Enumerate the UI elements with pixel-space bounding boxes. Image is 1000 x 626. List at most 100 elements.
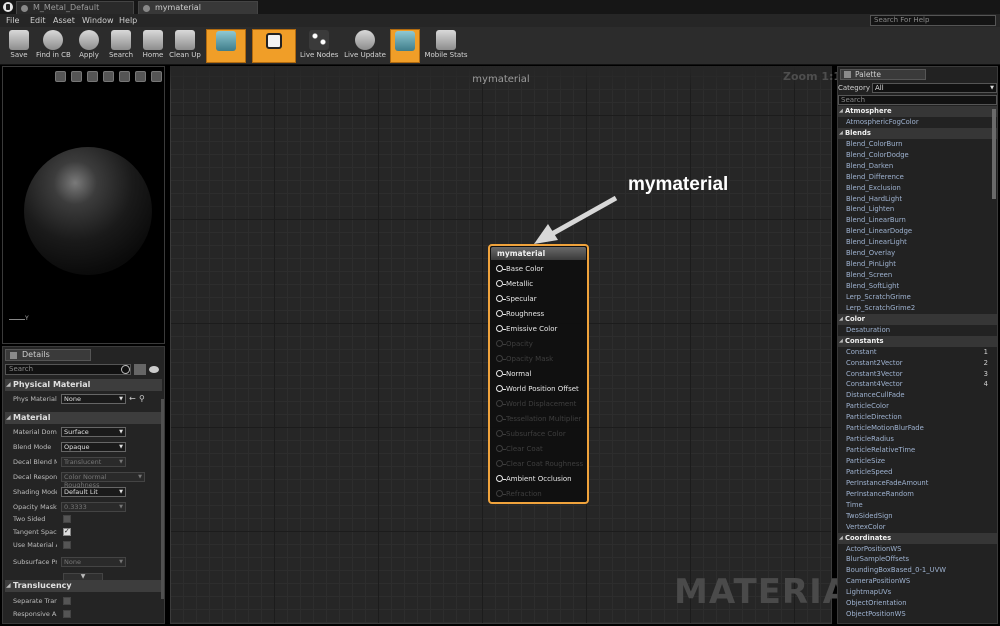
- browse-icon[interactable]: ⚲: [139, 394, 145, 403]
- palette-item[interactable]: Blend_Lighten: [838, 204, 997, 215]
- palette-item[interactable]: ParticleSpeed: [838, 467, 997, 478]
- tangent-space-checkbox[interactable]: [63, 527, 71, 536]
- node-pin[interactable]: World Position Offset: [496, 385, 579, 393]
- property-matrix-icon[interactable]: [134, 364, 146, 375]
- live-preview-button[interactable]: [252, 29, 296, 63]
- preview-viewport[interactable]: Y: [2, 66, 165, 344]
- node-pin[interactable]: Roughness: [496, 310, 544, 318]
- use-material-attributes-checkbox[interactable]: [63, 541, 71, 549]
- phys-material-dropdown[interactable]: None: [61, 394, 126, 404]
- menu-file[interactable]: File: [6, 16, 19, 25]
- menu-edit[interactable]: Edit: [30, 16, 46, 25]
- palette-item[interactable]: Blend_LinearLight: [838, 237, 997, 248]
- palette-item[interactable]: AtmosphericFogColor: [838, 117, 997, 128]
- palette-item[interactable]: ParticleMotionBlurFade: [838, 423, 997, 434]
- palette-search-input[interactable]: Search: [838, 95, 997, 105]
- tab-mymaterial[interactable]: mymaterial: [138, 1, 258, 14]
- separate-translucency-checkbox[interactable]: [63, 597, 71, 605]
- palette-category[interactable]: Atmosphere: [838, 106, 997, 117]
- palette-item[interactable]: Blend_Overlay: [838, 248, 997, 259]
- section-material[interactable]: Material: [5, 412, 162, 424]
- palette-item[interactable]: PerInstanceRandom: [838, 489, 997, 500]
- palette-item[interactable]: Blend_ColorBurn: [838, 139, 997, 150]
- stats-button[interactable]: [390, 29, 420, 63]
- connectors-button[interactable]: [206, 29, 246, 63]
- node-pin[interactable]: World Displacement: [496, 400, 576, 408]
- palette-item[interactable]: Blend_Screen: [838, 270, 997, 281]
- palette-category[interactable]: Coordinates: [838, 532, 997, 544]
- palette-item[interactable]: DistanceCullFade: [838, 390, 997, 401]
- find-in-cb-button[interactable]: Find in CB: [36, 29, 71, 63]
- palette-item[interactable]: ParticleColor: [838, 401, 997, 412]
- node-pin[interactable]: Normal: [496, 370, 531, 378]
- palette-item[interactable]: Blend_PinLight: [838, 259, 997, 270]
- palette-item[interactable]: BlurSampleOffsets: [838, 554, 997, 565]
- palette-item[interactable]: Blend_SoftLight: [838, 281, 997, 292]
- palette-item[interactable]: VertexColor: [838, 522, 997, 533]
- node-pin[interactable]: Ambient Occlusion: [496, 475, 572, 483]
- palette-item[interactable]: Blend_LinearBurn: [838, 215, 997, 226]
- palette-item[interactable]: Blend_Exclusion: [838, 183, 997, 194]
- node-pin[interactable]: Specular: [496, 295, 537, 303]
- palette-item[interactable]: BoundingBoxBased_0-1_UVW: [838, 565, 997, 576]
- node-pin[interactable]: Subsurface Color: [496, 430, 566, 438]
- menu-asset[interactable]: Asset: [53, 16, 75, 25]
- palette-item[interactable]: ObjectPositionWS: [838, 609, 997, 620]
- palette-item[interactable]: Blend_LinearDodge: [838, 226, 997, 237]
- material-result-node[interactable]: mymaterial Base Color Metallic Specular Rou…: [488, 244, 589, 504]
- palette-item[interactable]: Time: [838, 500, 997, 511]
- decal-blend-mode-dropdown[interactable]: Translucent: [61, 457, 126, 467]
- node-pin[interactable]: Base Color: [496, 265, 544, 273]
- decal-response-dropdown[interactable]: Color Normal Roughness: [61, 472, 145, 489]
- palette-item[interactable]: ParticleDirection: [838, 412, 997, 423]
- cube-preview-icon[interactable]: [151, 71, 162, 82]
- palette-item[interactable]: LightmapUVs: [838, 587, 997, 598]
- palette-item[interactable]: Constant 1: [838, 347, 997, 358]
- apply-button[interactable]: Apply: [72, 29, 106, 63]
- section-translucency[interactable]: Translucency: [5, 580, 162, 592]
- menu-window[interactable]: Window: [82, 16, 114, 25]
- arrow-left-icon[interactable]: ←: [129, 394, 136, 403]
- node-pin[interactable]: Clear Coat Roughness: [496, 460, 583, 468]
- palette-item[interactable]: Lerp_ScratchGrime: [838, 292, 997, 303]
- two-sided-checkbox[interactable]: [63, 515, 71, 523]
- tab-details[interactable]: Details: [5, 349, 91, 361]
- view-options-eye-icon[interactable]: [149, 366, 159, 373]
- mobile-stats-button[interactable]: Mobile Stats: [424, 29, 468, 63]
- help-search-input[interactable]: Search For Help: [870, 15, 996, 26]
- tab-m-metal-default[interactable]: M_Metal_Default: [16, 1, 134, 14]
- plane-preview-icon[interactable]: [135, 71, 146, 82]
- palette-category[interactable]: Constants: [838, 335, 997, 347]
- cylinder-preview-icon[interactable]: [103, 71, 114, 82]
- menu-help[interactable]: Help: [119, 16, 137, 25]
- responsive-aa-checkbox[interactable]: [63, 610, 71, 618]
- palette-item[interactable]: ParticleSize: [838, 456, 997, 467]
- palette-item[interactable]: PerInstanceFadeAmount: [838, 478, 997, 489]
- shading-model-dropdown[interactable]: Default Lit: [61, 487, 126, 497]
- palette-item[interactable]: Constant2Vector 2: [838, 358, 997, 369]
- search-button[interactable]: Search: [104, 29, 138, 63]
- palette-item[interactable]: Blend_Difference: [838, 172, 997, 183]
- node-pin[interactable]: Refraction: [496, 490, 542, 498]
- sphere-preview-icon[interactable]: [119, 71, 130, 82]
- node-pin[interactable]: Tessellation Multiplier: [496, 415, 581, 423]
- subsurface-profile-dropdown[interactable]: None: [61, 557, 126, 567]
- tab-palette[interactable]: Palette: [840, 69, 926, 80]
- node-pin[interactable]: Opacity: [496, 340, 533, 348]
- palette-item[interactable]: Desaturation: [838, 325, 997, 336]
- palette-category[interactable]: Color: [838, 313, 997, 325]
- palette-item[interactable]: Constant3Vector 3: [838, 369, 997, 380]
- section-physical-material[interactable]: Physical Material: [5, 379, 162, 391]
- palette-item[interactable]: Lerp_ScratchGrime2: [838, 303, 997, 314]
- viewport-options-icon[interactable]: [55, 71, 66, 82]
- home-button[interactable]: Home: [136, 29, 170, 63]
- node-pin[interactable]: Opacity Mask: [496, 355, 553, 363]
- live-update-button[interactable]: Live Update: [344, 29, 386, 63]
- node-pin[interactable]: Emissive Color: [496, 325, 557, 333]
- palette-scrollbar[interactable]: [992, 109, 996, 199]
- palette-category[interactable]: Blends: [838, 127, 997, 139]
- details-search-input[interactable]: Search: [5, 364, 131, 375]
- node-pin[interactable]: Metallic: [496, 280, 533, 288]
- palette-item[interactable]: Blend_HardLight: [838, 194, 997, 205]
- palette-item[interactable]: Blend_Darken: [838, 161, 997, 172]
